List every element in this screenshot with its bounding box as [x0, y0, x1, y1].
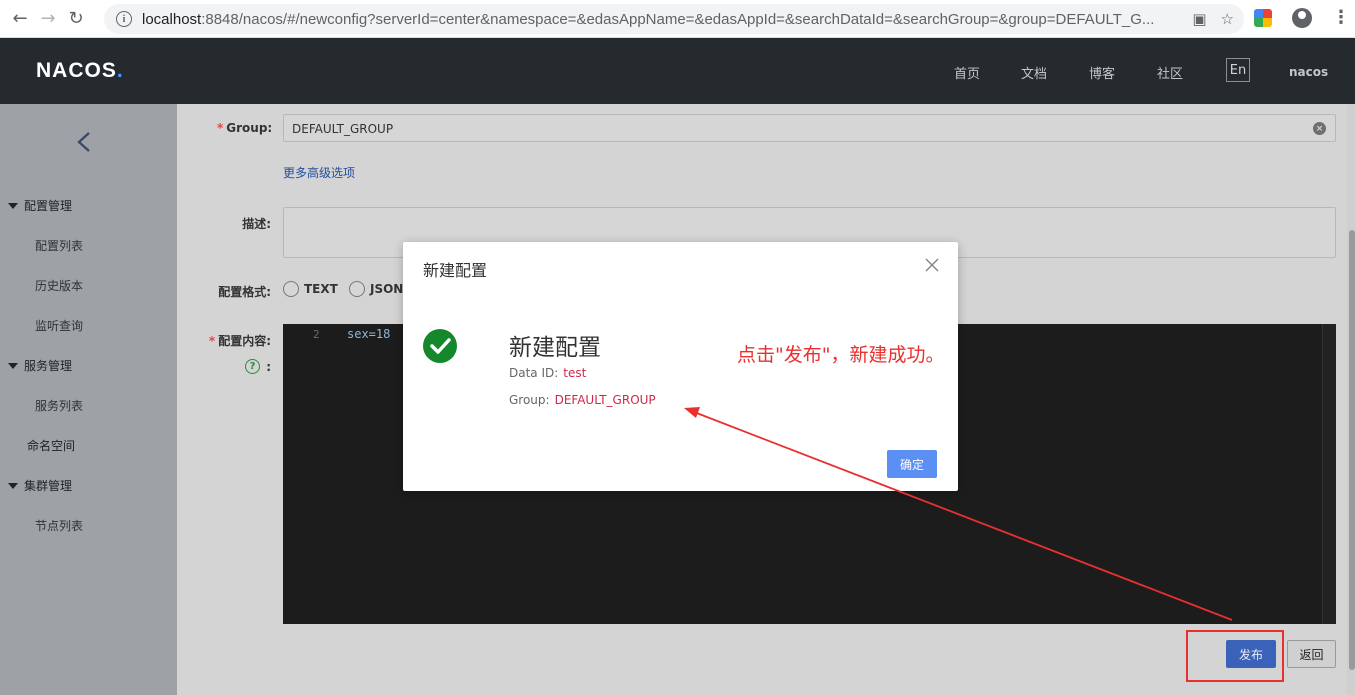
dialog-title: 新建配置 [423, 261, 488, 280]
confirm-button[interactable]: 确定 [887, 450, 937, 478]
nacos-logo[interactable]: NACOS. [36, 59, 124, 83]
dialog-group-value: DEFAULT_GROUP [554, 393, 656, 407]
address-bar[interactable]: i localhost:8848/nacos/#/newconfig?serve… [104, 4, 1244, 34]
result-title: 新建配置 [509, 335, 601, 361]
nav-community[interactable]: 社区 [1157, 63, 1183, 82]
sidebar-item-service-list[interactable]: 服务列表 [35, 397, 83, 414]
language-toggle-button[interactable]: En [1226, 58, 1250, 82]
user-name[interactable]: nacos [1289, 65, 1328, 79]
radio-label: JSON [370, 282, 404, 296]
nav-home[interactable]: 首页 [954, 63, 980, 82]
format-radio-text[interactable]: TEXT [283, 281, 338, 297]
extension-icon[interactable] [1254, 9, 1272, 27]
collapse-sidebar-icon[interactable] [74, 130, 94, 154]
sidebar-group-service[interactable]: 服务管理 [8, 357, 72, 374]
format-label: 配置格式: [218, 285, 271, 299]
back-button[interactable]: 返回 [1287, 640, 1336, 668]
caret-down-icon [8, 202, 18, 209]
sidebar: 配置管理 配置列表 历史版本 监听查询 服务管理 服务列表 命名空间 集群管理 … [0, 104, 177, 695]
sidebar-item-listener-query[interactable]: 监听查询 [35, 317, 83, 334]
url-host: localhost [142, 10, 202, 28]
radio-label: TEXT [304, 282, 338, 296]
back-arrow-icon[interactable]: ← [6, 5, 34, 33]
help-colon: : [266, 360, 271, 374]
format-radio-json[interactable]: JSON [349, 281, 403, 297]
clear-icon[interactable]: × [1313, 122, 1326, 135]
translate-icon[interactable]: ▣ [1192, 10, 1206, 28]
highlight-box [1186, 630, 1284, 682]
sidebar-group-label: 服务管理 [24, 359, 73, 373]
advanced-options-link[interactable]: 更多高级选项 [283, 164, 355, 181]
annotation-text: 点击"发布"，新建成功。 [737, 344, 945, 366]
nav-blog[interactable]: 博客 [1089, 63, 1115, 82]
content-label: * 配置内容: [208, 334, 271, 348]
group-label-text: Group: [226, 121, 273, 135]
success-check-icon [423, 329, 457, 363]
caret-down-icon [8, 362, 18, 369]
group-row: Group: DEFAULT_GROUP [509, 393, 656, 407]
group-label: * Group: [217, 121, 273, 135]
reload-icon[interactable]: ↻ [62, 5, 90, 33]
data-id-label: Data ID: [509, 366, 559, 380]
line-number: 2 [313, 328, 320, 341]
data-id-value: test [563, 366, 587, 380]
url-text[interactable]: localhost:8848/nacos/#/newconfig?serverI… [142, 11, 1172, 28]
sidebar-item-config-list[interactable]: 配置列表 [35, 237, 83, 254]
code-line: sex=18 [347, 327, 391, 341]
data-id-row: Data ID: test [509, 366, 586, 380]
radio-circle[interactable] [349, 281, 365, 297]
profile-icon[interactable] [1292, 8, 1312, 28]
sidebar-item-node-list[interactable]: 节点列表 [35, 517, 83, 534]
description-label: 描述: [242, 217, 271, 231]
star-icon[interactable]: ☆ [1221, 10, 1234, 28]
editor-scrollbar[interactable] [1322, 324, 1336, 624]
group-input-value: DEFAULT_GROUP [292, 122, 394, 136]
help-icon[interactable]: ? [245, 359, 260, 374]
info-icon[interactable]: i [116, 11, 132, 27]
url-path: :8848/nacos/#/newconfig?serverId=center&… [201, 10, 1155, 28]
dialog-group-label: Group: [509, 393, 550, 407]
app-header: NACOS. 首页 文档 博客 社区 En nacos [0, 38, 1355, 104]
kebab-menu-icon[interactable]: ⋮ [1332, 9, 1350, 27]
nav-docs[interactable]: 文档 [1021, 63, 1047, 82]
close-icon[interactable] [924, 257, 940, 273]
group-input[interactable]: DEFAULT_GROUP × [283, 114, 1336, 142]
forward-arrow-icon[interactable]: → [34, 5, 62, 33]
logo-dot: . [116, 59, 124, 82]
caret-down-icon [8, 482, 18, 489]
radio-circle[interactable] [283, 281, 299, 297]
sidebar-group-config[interactable]: 配置管理 [8, 197, 72, 214]
content-label-text: 配置内容: [218, 334, 271, 348]
sidebar-item-history[interactable]: 历史版本 [35, 277, 83, 294]
browser-toolbar: ← → ↻ i localhost:8848/nacos/#/newconfig… [0, 0, 1355, 38]
sidebar-group-label: 配置管理 [24, 199, 73, 213]
sidebar-item-namespace[interactable]: 命名空间 [27, 437, 75, 454]
sidebar-group-label: 集群管理 [24, 479, 73, 493]
logo-text: NACOS [36, 59, 117, 82]
page-scrollbar-thumb[interactable] [1349, 230, 1355, 670]
sidebar-group-cluster[interactable]: 集群管理 [8, 477, 72, 494]
